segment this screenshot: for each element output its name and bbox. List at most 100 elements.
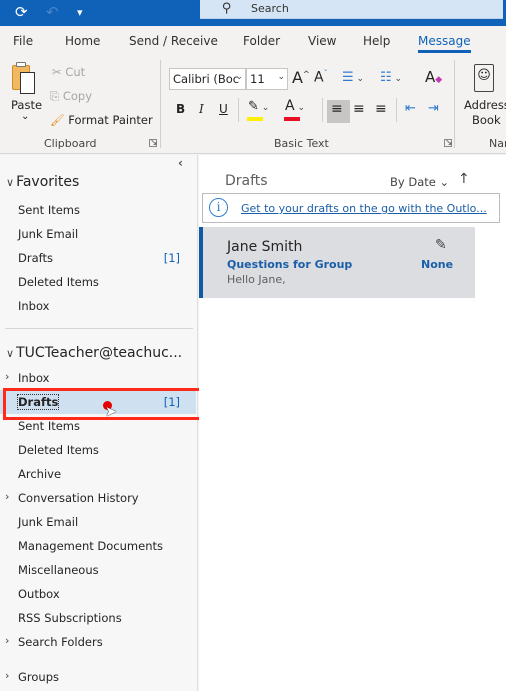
increase-indent-button[interactable]: ⇥ [428, 101, 439, 116]
customize-quick-access-icon[interactable]: ▾ [77, 4, 83, 22]
folder-item[interactable]: Deleted Items [0, 438, 196, 462]
font-name-select[interactable]: Calibri (Boc ⌄ [169, 68, 246, 90]
underline-button[interactable]: U [219, 102, 228, 116]
copy-label: Copy [62, 89, 93, 103]
shrink-font-button[interactable]: Aˇ [314, 69, 328, 86]
cut-button[interactable]: ✂ Cut [52, 65, 85, 79]
favorite-item[interactable]: Deleted Items [0, 270, 196, 294]
grow-font-icon: A [292, 68, 303, 87]
tab-folder[interactable]: Folder [243, 34, 280, 48]
list-item[interactable]: Jane Smith ✎ Questions for Group None He… [199, 227, 475, 298]
favorite-item[interactable]: Junk Email [0, 222, 196, 246]
address-book-label-1: Address [464, 98, 506, 112]
folder-item[interactable]: Junk Email [0, 510, 196, 534]
font-color-button[interactable]: A ⌄ [285, 98, 305, 114]
format-painter-button[interactable]: 🖌 Format Painter [50, 113, 153, 127]
info-bar: i Get to your drafts on the go with the … [202, 193, 500, 223]
folder-label: Management Documents [18, 539, 163, 553]
message-list: Drafts By Date ⌄ ↑ i Get to your drafts … [199, 155, 506, 691]
folder-item[interactable]: Miscellaneous [0, 558, 196, 582]
folder-label: Deleted Items [18, 275, 99, 289]
folder-item[interactable]: Archive [0, 462, 196, 486]
align-left-button[interactable]: ≡ [331, 101, 343, 117]
folder-label: Inbox [18, 299, 50, 313]
favorite-item[interactable]: Drafts [1] [0, 246, 196, 270]
divider [5, 328, 193, 329]
folder-label: Drafts [16, 394, 60, 410]
tab-message[interactable]: Message [418, 34, 471, 53]
font-size-select[interactable]: 11 ⌄ [246, 68, 288, 90]
numbering-button[interactable]: ☷ ⌄ [380, 70, 402, 85]
address-book-label-2: Book [472, 113, 501, 127]
copy-icon: ⎘ [50, 89, 60, 103]
folder-item[interactable]: › Inbox [0, 366, 196, 390]
font-name-value: Calibri (Boc [173, 72, 240, 86]
favorite-item[interactable]: Inbox [0, 294, 196, 318]
folder-label: Junk Email [18, 227, 79, 241]
paste-label: Paste [11, 98, 43, 112]
search-icon: ⚲ [222, 1, 232, 16]
folder-item[interactable]: › Conversation History [0, 486, 196, 510]
tab-view[interactable]: View [308, 34, 336, 48]
chevron-down-icon: ∨ [6, 347, 15, 360]
tab-home[interactable]: Home [65, 34, 100, 48]
folder-label: Miscellaneous [18, 563, 99, 577]
folder-item[interactable]: RSS Subscriptions [0, 606, 196, 630]
dialog-launcher-icon[interactable]: ↘ [444, 139, 453, 148]
undo-icon[interactable]: ↶ [46, 3, 59, 21]
search-box[interactable]: ⚲ Search [200, 0, 503, 19]
dialog-launcher-icon[interactable]: ↘ [149, 139, 158, 148]
message-category: None [421, 258, 454, 271]
sort-by-dropdown[interactable]: By Date ⌄ [390, 175, 449, 189]
chevron-down-icon[interactable]: ⌄ [21, 111, 29, 122]
highlight-button[interactable]: ✎ ⌄ [248, 99, 269, 114]
folder-item[interactable]: Drafts [1] [0, 390, 196, 414]
copy-button[interactable]: ⎘ Copy [50, 89, 92, 104]
align-center-button[interactable]: ≡ [353, 101, 365, 117]
font-color-icon: A [285, 98, 295, 114]
folder-item[interactable]: › Search Folders [0, 630, 196, 654]
scissors-icon: ✂ [52, 65, 62, 79]
title-bar: ⟳ ↶ ▾ ⚲ Search [0, 0, 506, 26]
chevron-down-icon: ∨ [6, 176, 15, 189]
paste-icon [10, 62, 40, 96]
bullets-button[interactable]: ☰ ⌄ [342, 70, 364, 85]
basic-text-group-label: Basic Text [274, 137, 329, 150]
folder-label: RSS Subscriptions [18, 611, 122, 625]
align-right-button[interactable]: ≡ [375, 101, 387, 117]
info-icon: i [209, 198, 228, 217]
sync-icon[interactable]: ⟳ [15, 3, 28, 21]
account-header[interactable]: ∨ TUCTeacher@teachuc... [6, 345, 182, 361]
chevron-right-icon[interactable]: › [5, 634, 9, 647]
folder-item[interactable]: Outbox [0, 582, 196, 606]
folder-label: Search Folders [18, 635, 103, 649]
decrease-indent-button[interactable]: ⇤ [405, 101, 416, 116]
highlighter-icon: ✎ [248, 99, 259, 114]
tab-help[interactable]: Help [363, 34, 390, 48]
divider [396, 98, 397, 122]
favorites-header[interactable]: ∨ Favorites [6, 174, 79, 190]
ribbon-tabs: File Home Send / Receive Folder View Hel… [0, 26, 506, 56]
collapse-pane-icon[interactable]: ‹ [178, 156, 183, 170]
groups-header[interactable]: › Groups [0, 665, 196, 689]
folder-label: Drafts [18, 251, 53, 265]
bold-button[interactable]: B [176, 102, 185, 116]
folder-pane: ‹ ∨ Favorites Sent Items Junk Email Drafts[… [0, 155, 202, 691]
favorite-item[interactable]: Sent Items [0, 198, 196, 222]
italic-button[interactable]: I [199, 102, 204, 116]
tab-file[interactable]: File [13, 34, 33, 48]
folder-item[interactable]: Management Documents [0, 534, 196, 558]
sort-direction-button[interactable]: ↑ [458, 171, 470, 187]
grow-font-button[interactable]: A^ [292, 68, 310, 87]
paintbrush-icon: 🖌 [50, 113, 65, 127]
search-input[interactable]: Search [251, 2, 289, 15]
cut-label: Cut [65, 65, 86, 79]
chevron-right-icon[interactable]: › [5, 490, 9, 503]
tab-send-receive[interactable]: Send / Receive [129, 34, 218, 48]
folder-item[interactable]: Sent Items [0, 414, 196, 438]
shrink-font-icon: A [314, 69, 324, 86]
chevron-right-icon[interactable]: › [5, 370, 9, 383]
outlook-mobile-link[interactable]: Get to your drafts on the go with the Ou… [241, 202, 487, 215]
groups-label: Groups [18, 670, 60, 684]
clear-formatting-button[interactable]: A◆ [425, 68, 442, 86]
